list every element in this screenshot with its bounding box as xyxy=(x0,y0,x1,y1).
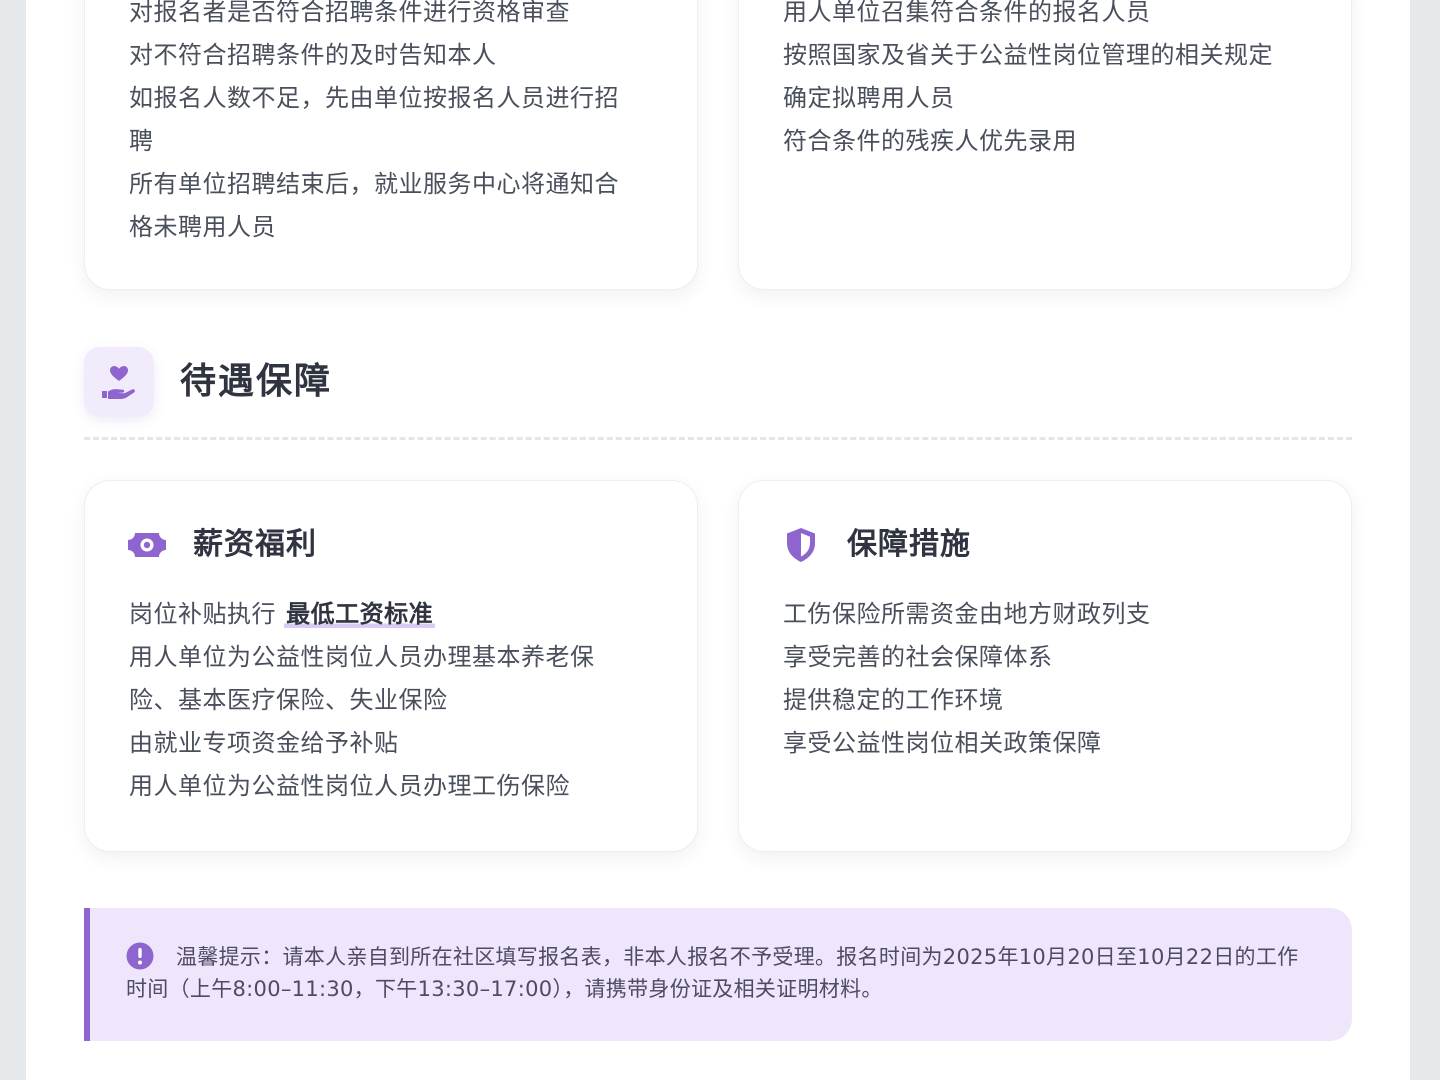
shield-icon xyxy=(781,527,821,563)
list-item: 工伤保险所需资金由地方财政列支 xyxy=(783,600,1151,628)
list-item: 对不符合招聘条件的及时告知本人 xyxy=(129,41,497,69)
list-item: 享受完善的社会保障体系 xyxy=(783,643,1053,671)
notice-text: 温馨提示：请本人亲自到所在社区填写报名表，非本人报名不予受理。报名时间为2025… xyxy=(126,945,1299,1001)
salary-card: 薪资福利 岗位补贴执行 最低工资标准 用人单位为公益性岗位人员办理基本养老保 险… xyxy=(84,480,698,852)
list-item: 用人单位为公益性岗位人员办理基本养老保 xyxy=(129,643,595,671)
notice-box: 温馨提示：请本人亲自到所在社区填写报名表，非本人报名不予受理。报名时间为2025… xyxy=(84,908,1352,1041)
page: 对报名者是否符合招聘条件进行资格审查 对不符合招聘条件的及时告知本人 如报名人数… xyxy=(26,0,1410,1080)
hand-heart-icon xyxy=(84,347,154,417)
list-item: 由就业专项资金给予补贴 xyxy=(129,729,399,757)
list-item: 所有单位招聘结束后，就业服务中心将通知合 xyxy=(129,170,619,198)
list-item: 聘 xyxy=(129,127,154,155)
recruit-review-card: 对报名者是否符合招聘条件进行资格审查 对不符合招聘条件的及时告知本人 如报名人数… xyxy=(84,0,698,290)
list-item: 对报名者是否符合招聘条件进行资格审查 xyxy=(129,0,570,26)
list-item: 确定拟聘用人员 xyxy=(783,84,955,112)
highlight-text: 最低工资标准 xyxy=(284,600,436,628)
money-bill-icon xyxy=(127,527,167,563)
list-item: 提供稳定的工作环境 xyxy=(783,686,1004,714)
list-item: 用人单位为公益性岗位人员办理工伤保险 xyxy=(129,772,570,800)
protection-card: 保障措施 工伤保险所需资金由地方财政列支 享受完善的社会保障体系 提供稳定的工作… xyxy=(738,480,1352,852)
recruit-hiring-card: 用人单位召集符合条件的报名人员 按照国家及省关于公益性岗位管理的相关规定 确定拟… xyxy=(738,0,1352,290)
protection-card-title: 保障措施 xyxy=(847,527,971,562)
list-item-text: 岗位补贴执行 xyxy=(129,600,276,628)
list-item: 格未聘用人员 xyxy=(129,213,276,241)
list-item: 按照国家及省关于公益性岗位管理的相关规定 xyxy=(783,41,1273,69)
list-item: 享受公益性岗位相关政策保障 xyxy=(783,729,1102,757)
list-item: 岗位补贴执行 最低工资标准 xyxy=(129,593,436,636)
list-item: 符合条件的残疾人优先录用 xyxy=(783,127,1077,155)
section-title: 待遇保障 xyxy=(180,361,333,402)
section-divider xyxy=(84,437,1352,440)
list-item: 如报名人数不足，先由单位按报名人员进行招 xyxy=(129,84,619,112)
list-item: 用人单位召集符合条件的报名人员 xyxy=(783,0,1151,26)
salary-card-title: 薪资福利 xyxy=(193,527,317,562)
list-item: 险、基本医疗保险、失业保险 xyxy=(129,686,448,714)
